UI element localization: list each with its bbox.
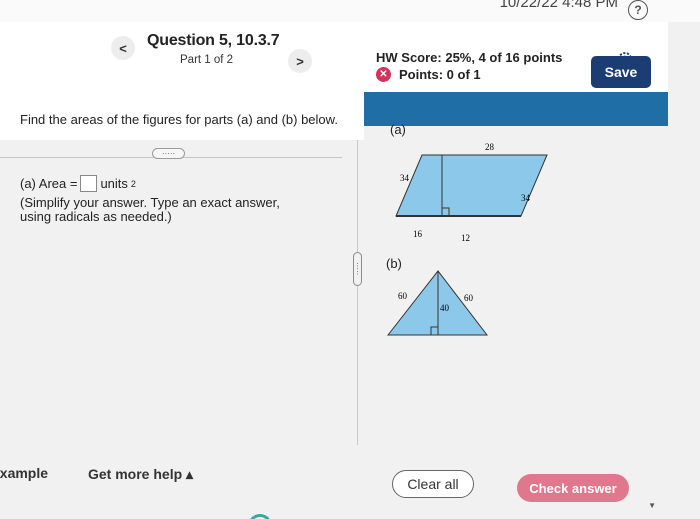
pane-divider (357, 140, 358, 445)
area-answer-line: (a) Area = units 2 (20, 175, 136, 192)
clock-text: 10/22/22 4:48 PM (499, 0, 618, 11)
incorrect-icon: ✕ (376, 67, 391, 82)
figure-b-triangle: 60 60 40 (386, 270, 489, 336)
area-answer-input[interactable] (80, 175, 98, 192)
question-title: Question 5, 10.3.7 (147, 32, 280, 49)
area-unit-exponent: 2 (130, 178, 136, 189)
view-example-link[interactable]: example (0, 465, 48, 481)
figure-a-parallelogram: 28 34 34 16 12 (395, 142, 548, 243)
question-part: Part 1 of 2 (180, 54, 234, 66)
label-left: 34 (400, 173, 410, 183)
triangle-height-label: 40 (440, 303, 450, 313)
expand-dots-button[interactable]: ····· (152, 148, 185, 159)
area-unit: units (100, 176, 128, 191)
previous-question-button[interactable]: < (111, 36, 135, 60)
label-bottom-left: 16 (413, 229, 423, 239)
figure-a-label: (a) (390, 122, 406, 137)
label-right: 34 (521, 193, 531, 203)
check-answer-button[interactable]: Check answer (517, 474, 629, 502)
triangle-left-label: 60 (398, 291, 408, 301)
points-text: Points: 0 of 1 (399, 67, 481, 82)
pane-resize-handle[interactable]: ····· (353, 252, 362, 286)
label-top: 28 (485, 142, 495, 152)
points-status: ✕ Points: 0 of 1 (376, 67, 481, 82)
get-more-help-link[interactable]: Get more help ▴ (88, 466, 193, 483)
next-question-button[interactable]: > (288, 49, 312, 73)
help-icon[interactable]: ? (628, 0, 648, 20)
label-bottom-right: 12 (461, 233, 470, 243)
scroll-down-icon[interactable]: ▼ (648, 501, 656, 510)
hw-score: HW Score: 25%, 4 of 16 points (376, 50, 563, 65)
triangle-right-label: 60 (464, 293, 474, 303)
answer-instructions: (Simplify your answer. Type an exact ans… (20, 195, 280, 224)
save-button[interactable]: Save (591, 56, 651, 88)
status-strip: 10/22/22 4:48 PM ? (0, 0, 700, 22)
area-prefix: (a) Area = (20, 176, 78, 191)
parallelogram-shape (395, 154, 548, 217)
clear-all-button[interactable]: Clear all (392, 470, 474, 498)
question-prompt: Find the areas of the figures for parts … (20, 112, 338, 127)
